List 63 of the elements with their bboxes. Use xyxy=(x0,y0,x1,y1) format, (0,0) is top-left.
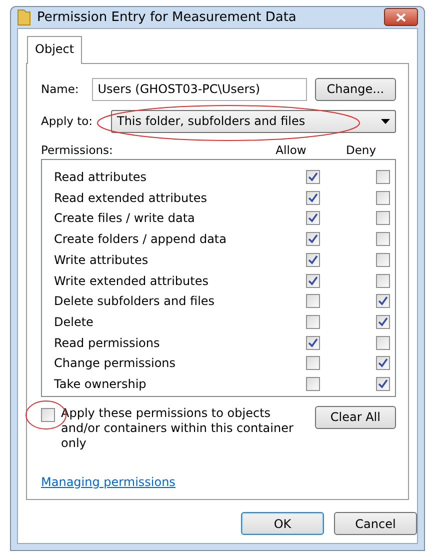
checkbox[interactable] xyxy=(306,336,320,350)
folder-icon xyxy=(17,8,31,26)
checkbox[interactable] xyxy=(306,170,320,184)
checkbox[interactable] xyxy=(376,170,390,184)
checkmark-icon xyxy=(378,378,388,389)
checkbox[interactable] xyxy=(376,294,390,308)
permission-name: Read attributes xyxy=(54,169,148,186)
checkmark-icon xyxy=(308,276,318,286)
checkbox[interactable] xyxy=(306,211,320,226)
column-header: Deny xyxy=(344,142,378,160)
permission-name: Read permissions xyxy=(54,334,161,352)
checkbox[interactable] xyxy=(306,356,320,370)
tab[interactable]: Object xyxy=(27,36,82,64)
checkbox[interactable] xyxy=(376,252,390,267)
checkbox[interactable] xyxy=(376,211,390,226)
cancel-button[interactable]: Cancel xyxy=(334,512,417,535)
checkbox[interactable] xyxy=(376,314,390,329)
checkbox[interactable] xyxy=(376,232,390,246)
permission-name: Take ownership xyxy=(54,376,148,393)
permission-name: Create folders / append data xyxy=(54,231,228,248)
checkbox[interactable] xyxy=(41,408,55,422)
permission-name: Delete subfolders and files xyxy=(54,293,216,310)
checkbox[interactable] xyxy=(306,376,320,391)
permission-name: Delete xyxy=(54,314,94,331)
checkbox[interactable] xyxy=(376,336,390,350)
apply-to-dropdown[interactable]: This folder, subfolders and files xyxy=(111,110,396,133)
checkbox[interactable] xyxy=(306,190,320,205)
permission-name: Create files / write data xyxy=(54,210,196,228)
change-button[interactable]: Change... xyxy=(314,78,396,101)
help-link[interactable]: Managing permissions xyxy=(41,474,176,489)
clear-all-button[interactable]: Clear All xyxy=(314,406,396,429)
checkbox[interactable] xyxy=(376,356,390,370)
name-field[interactable]: Users (GHOST03-PC\Users) xyxy=(92,78,307,101)
checkbox[interactable] xyxy=(306,232,320,246)
checkmark-icon xyxy=(308,172,318,182)
checkmark-icon xyxy=(308,213,318,224)
column-header: Allow xyxy=(274,142,308,160)
close-icon xyxy=(396,12,406,22)
checkmark-icon xyxy=(308,192,318,203)
close-button[interactable] xyxy=(384,8,418,26)
dropdown-caret-icon xyxy=(381,118,390,124)
window-title: Permission Entry for Measurement Data xyxy=(37,8,296,27)
checkbox[interactable] xyxy=(376,190,390,205)
checkmark-icon xyxy=(378,358,388,368)
checkmark-icon xyxy=(308,338,318,348)
permissions-label: Permissions: xyxy=(41,142,114,160)
permission-name: Write attributes xyxy=(54,252,150,269)
checkbox[interactable] xyxy=(306,314,320,329)
permission-name: Change permissions xyxy=(54,355,177,372)
checkbox[interactable] xyxy=(306,294,320,308)
checkmark-icon xyxy=(308,254,318,265)
checkbox[interactable] xyxy=(306,274,320,288)
checkbox[interactable] xyxy=(376,274,390,288)
checkmark-icon xyxy=(378,296,388,306)
permission-name: Read extended attributes xyxy=(54,190,208,207)
checkmark-icon xyxy=(308,234,318,244)
apply-to-label: Apply to: xyxy=(41,112,94,130)
ok-button[interactable]: OK xyxy=(241,512,324,535)
checkmark-icon xyxy=(378,316,388,327)
checkbox[interactable] xyxy=(376,376,390,391)
name-label: Name: xyxy=(41,80,80,98)
checkbox[interactable] xyxy=(306,252,320,267)
permission-name: Write extended attributes xyxy=(54,272,210,290)
